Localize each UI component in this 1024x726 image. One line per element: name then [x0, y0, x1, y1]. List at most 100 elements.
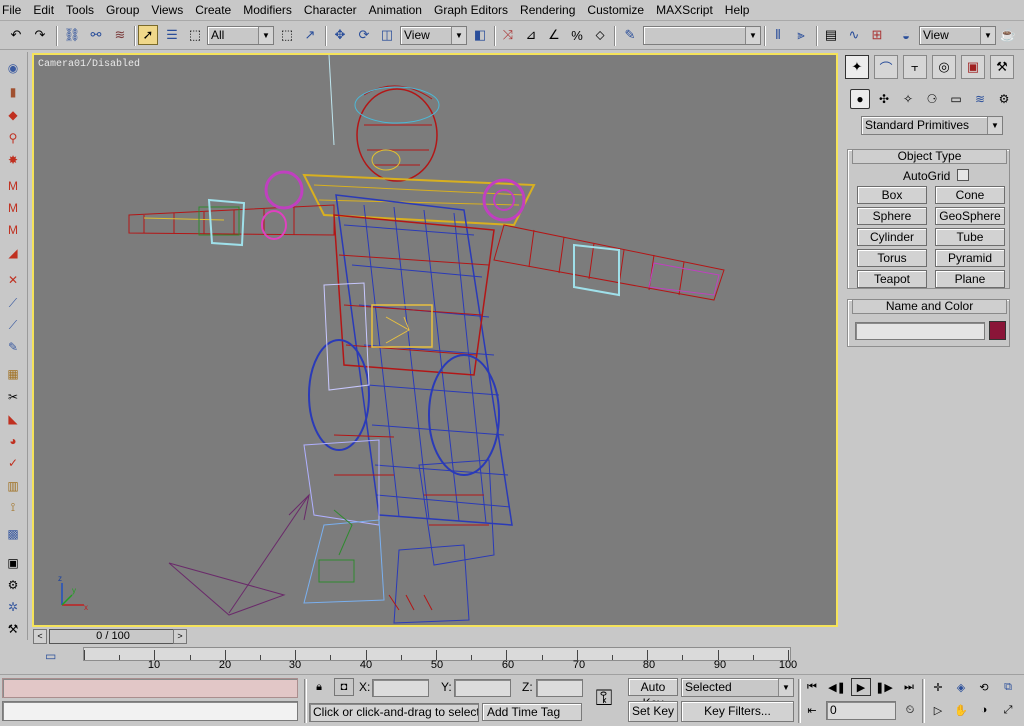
go-to-end-icon[interactable]: ⏭ — [899, 678, 919, 696]
cone-button[interactable]: Cone — [935, 186, 1005, 204]
display-icon[interactable]: ▣ — [961, 55, 985, 79]
orbit-icon[interactable]: ⟲ — [974, 678, 994, 696]
render-type-dropdown[interactable]: View ▼ — [919, 26, 996, 45]
key-icon[interactable]: ⚿ — [590, 685, 618, 713]
percent-snap-icon[interactable]: % — [567, 25, 587, 45]
world-icon[interactable]: ✲ — [4, 599, 22, 615]
add-time-tag-button[interactable]: Add Time Tag — [482, 703, 582, 721]
toy-car-icon[interactable]: ◢ — [4, 245, 22, 261]
menu-graph-editors[interactable]: Graph Editors — [428, 0, 514, 20]
arc-rotate-icon[interactable]: ◑ — [974, 701, 994, 719]
window-crossing-icon[interactable]: ⬚ — [277, 25, 297, 45]
maxscript-listener-top[interactable] — [2, 678, 298, 698]
key-filters-button[interactable]: Key Filters... — [681, 701, 794, 722]
selection-filter-dropdown[interactable]: All ▼ — [207, 26, 274, 45]
constraint-m-icon[interactable]: M — [4, 178, 22, 194]
rectangular-selection-icon[interactable]: ⬚ — [185, 25, 205, 45]
menu-rendering[interactable]: Rendering — [514, 0, 581, 20]
select-object-icon[interactable]: ➚ — [138, 25, 158, 45]
zoom-icon[interactable]: ✛ — [928, 678, 948, 696]
motor-icon[interactable]: ⟟ — [4, 499, 22, 515]
move-icon[interactable]: ✥ — [330, 25, 350, 45]
object-type-title[interactable]: Object Type — [852, 149, 1007, 164]
maximize-viewport-icon[interactable]: ⤢ — [998, 701, 1018, 719]
modify-icon[interactable]: ⌒ — [874, 55, 898, 79]
named-selection-set-dropdown[interactable]: ▼ — [643, 26, 761, 45]
pivot-center-icon[interactable]: ◧ — [470, 25, 490, 45]
box-button[interactable]: Box — [857, 186, 927, 204]
align-icon[interactable]: ⫸ — [791, 25, 811, 45]
y-coordinate-field[interactable] — [454, 679, 511, 697]
utilities-icon[interactable]: ⚒ — [990, 55, 1014, 79]
menu-help[interactable]: Help — [719, 0, 756, 20]
prismatic-icon[interactable]: ✂ — [4, 389, 22, 405]
camera-viewport[interactable]: Camera01/Disabled z x y — [32, 53, 838, 627]
menu-create[interactable]: Create — [189, 0, 237, 20]
preview-icon[interactable]: ▩ — [4, 526, 22, 542]
systems-icon[interactable]: ⚙ — [994, 89, 1014, 109]
menu-animation[interactable]: Animation — [363, 0, 428, 20]
water-icon[interactable]: ✓ — [4, 455, 22, 471]
render-scene-icon[interactable]: ◒ — [896, 25, 916, 45]
properties-icon[interactable]: ⚒ — [4, 621, 22, 637]
time-configuration-icon[interactable]: ⏲ — [900, 701, 920, 719]
create-animation-icon[interactable]: ⚙ — [4, 577, 22, 593]
key-mode-dropdown[interactable]: Selected ▼ — [681, 678, 794, 697]
lights-icon[interactable]: ✧ — [898, 89, 918, 109]
geosphere-button[interactable]: GeoSphere — [935, 207, 1005, 225]
menu-group[interactable]: Group — [100, 0, 145, 20]
rigid-body-icon[interactable]: ▮ — [4, 84, 22, 100]
auto-key-button[interactable]: Auto Key — [628, 678, 678, 710]
key-mode-toggle-icon[interactable]: ⇤ — [802, 701, 822, 719]
pyramid-button[interactable]: Pyramid — [935, 249, 1005, 267]
layer-manager-icon[interactable]: ▤ — [821, 25, 841, 45]
curve-editor-icon[interactable]: ∿ — [844, 25, 864, 45]
car-wheel-icon[interactable]: ◣ — [4, 411, 22, 427]
previous-frame-icon[interactable]: ◀❚ — [827, 678, 847, 696]
next-frame-icon[interactable]: ❚▶ — [874, 678, 894, 696]
go-to-start-icon[interactable]: ⏮ — [802, 678, 822, 696]
lock-selection-icon[interactable]: 🔒︎ — [309, 678, 329, 696]
track-bar[interactable]: ▭ 10 20 30 40 50 60 70 80 90 100 — [33, 647, 838, 672]
menu-file[interactable]: File — [0, 0, 27, 20]
geometry-icon[interactable]: ● — [850, 89, 870, 109]
play-icon[interactable]: ▶ — [851, 678, 871, 696]
teapot-button[interactable]: Teapot — [857, 270, 927, 288]
current-frame-field[interactable]: 0 — [826, 701, 896, 720]
menu-tools[interactable]: Tools — [60, 0, 100, 20]
rotate-icon[interactable]: ⟳ — [354, 25, 374, 45]
snap-toggle-icon[interactable]: ⊿ — [521, 25, 541, 45]
spring-icon[interactable]: ✕ — [4, 272, 22, 288]
ragdoll-icon[interactable]: ▦ — [4, 366, 22, 382]
torus-button[interactable]: Torus — [857, 249, 927, 267]
set-key-button[interactable]: Set Key — [628, 701, 678, 722]
ref-coord-system-dropdown[interactable]: View ▼ — [400, 26, 467, 45]
tube-button[interactable]: Tube — [935, 228, 1005, 246]
dashpot-icon[interactable]: ⟋ — [4, 295, 22, 311]
cylinder-button[interactable]: Cylinder — [857, 228, 927, 246]
category-dropdown[interactable]: Standard Primitives ▼ — [861, 116, 1003, 135]
z-coordinate-field[interactable] — [536, 679, 583, 697]
cloth-icon[interactable]: ◆ — [4, 107, 22, 123]
schematic-view-icon[interactable]: ⊞ — [867, 25, 887, 45]
menu-edit[interactable]: Edit — [27, 0, 60, 20]
autogrid-checkbox[interactable] — [957, 169, 969, 181]
menu-views[interactable]: Views — [145, 0, 189, 20]
motion-icon[interactable]: ◎ — [932, 55, 956, 79]
unlink-icon[interactable]: ⚯ — [86, 25, 106, 45]
point-to-point-icon[interactable]: ⟋ — [4, 317, 22, 333]
shapes-icon[interactable]: ✣ — [874, 89, 894, 109]
zoom-all-icon[interactable]: ◈ — [951, 678, 971, 696]
absolute-mode-icon[interactable]: ◘ — [334, 678, 354, 696]
cameras-icon[interactable]: ⚆ — [922, 89, 942, 109]
plane-button[interactable]: Plane — [935, 270, 1005, 288]
chevron-right-icon[interactable]: > — [173, 629, 187, 644]
create-icon[interactable]: ✦ — [845, 55, 869, 79]
edit-named-selection-icon[interactable]: ✎ — [620, 25, 640, 45]
name-and-color-title[interactable]: Name and Color — [852, 299, 1007, 314]
helpers-icon[interactable]: ▭ — [946, 89, 966, 109]
sphere-button[interactable]: Sphere — [857, 207, 927, 225]
pan-icon[interactable]: ✋ — [951, 701, 971, 719]
spacewarps-icon[interactable]: ≋ — [970, 89, 990, 109]
mirror-icon[interactable]: ⫴ — [768, 25, 788, 45]
